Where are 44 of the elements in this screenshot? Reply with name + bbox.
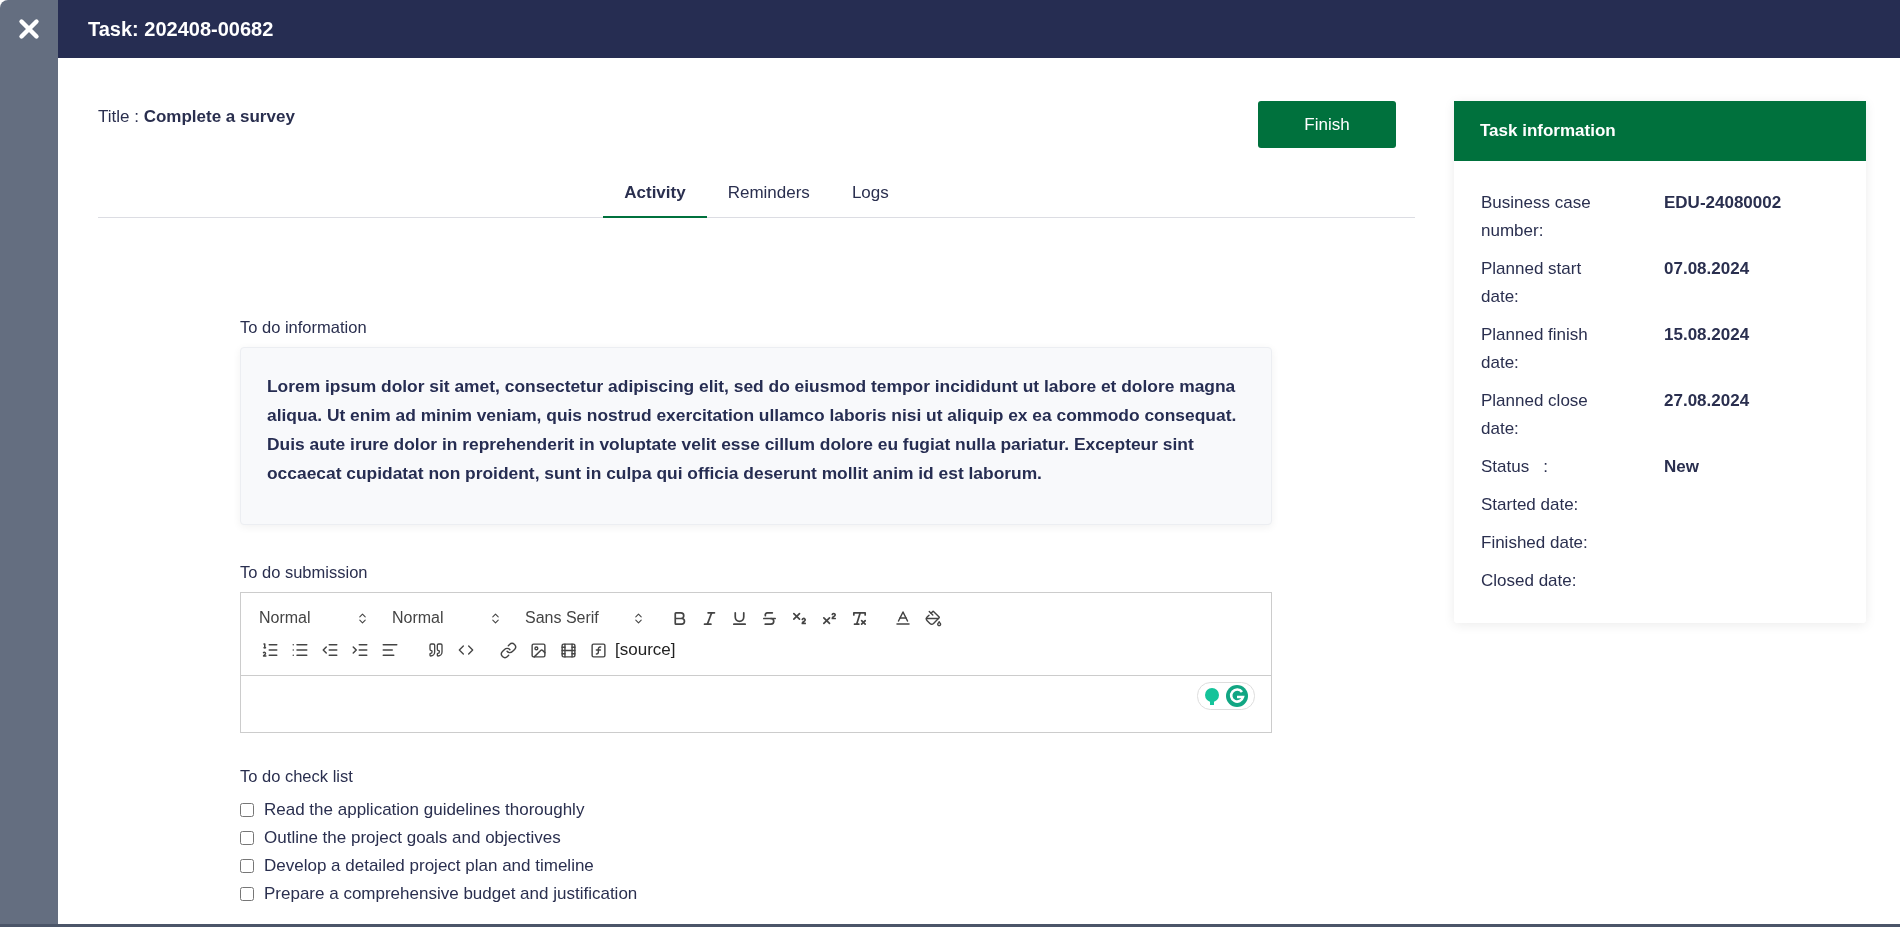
checklist-item[interactable]: Prepare a comprehensive budget and justification — [240, 880, 1272, 908]
task-title: Title : Complete a survey — [98, 107, 295, 127]
source-button[interactable]: [source] — [613, 640, 678, 660]
caret-icon[interactable] — [356, 611, 369, 625]
info-label: Planned finish date: — [1481, 324, 1589, 374]
checklist-label: Read the application guidelines thoroughly — [264, 800, 585, 820]
window-title: Task: 202408-00682 — [88, 17, 274, 41]
section-label: To do submission — [240, 563, 369, 582]
writing-assistant-icon[interactable] — [1197, 682, 1255, 710]
info-label: Closed date: — [1481, 570, 1578, 592]
info-value: EDU-24080002 — [1664, 192, 1782, 214]
dropdown-select[interactable]: Sans Serif — [521, 609, 649, 627]
info-label: Finished date: — [1481, 532, 1589, 554]
info-label: Business case number: — [1481, 192, 1592, 242]
card-title: Task information — [1454, 101, 1866, 161]
checklist-label: Prepare a comprehensive budget and justification — [264, 884, 638, 904]
info-value: 07.08.2024 — [1664, 258, 1750, 280]
checkbox[interactable] — [240, 887, 254, 901]
checkbox[interactable] — [240, 831, 254, 845]
caret-icon[interactable] — [489, 611, 502, 625]
caret-icon[interactable] — [632, 611, 645, 625]
checklist-item[interactable]: Read the application guidelines thoroughly — [240, 796, 1272, 824]
checklist-label: Outline the project goals and objectives — [264, 828, 561, 848]
checklist-item[interactable]: Develop a detailed project plan and timeline — [240, 852, 1272, 880]
info-value: 27.08.2024 — [1664, 390, 1750, 412]
tab[interactable]: Reminders — [706, 170, 831, 218]
checkbox[interactable] — [240, 859, 254, 873]
section-label: To do check list — [240, 767, 354, 786]
dropdown-select[interactable]: Normal — [388, 609, 506, 627]
checklist-item[interactable]: Outline the project goals and objectives — [240, 824, 1272, 852]
section-label: To do information — [240, 318, 368, 337]
tab[interactable]: Activity — [603, 170, 707, 218]
info-text: Lorem ipsum dolor sit amet, consectetur adipiscing elit, sed do eiusmod tempor incididunt ut labore et dolore magna aliqua. Ut enim ad minim veniam, quis nostrud exercitation ullamco laboris nisi ut aliquip ex ea commodo consequat. Duis aute irure dolor in reprehenderit in voluptate velit esse cillum dolore eu fugiat nulla pariatur. Excepteur sint occaecat cupidatat non proident, sunt in culpa qui officia deserunt mollit anim id est laborum. — [267, 375, 1238, 485]
info-label: Started date: — [1481, 494, 1580, 516]
checklist-label: Develop a detailed project plan and timeline — [264, 856, 594, 876]
tab[interactable]: Logs — [830, 170, 910, 218]
info-value: 15.08.2024 — [1664, 324, 1750, 346]
info-label: Planned start date: — [1481, 258, 1583, 308]
dropdown-select[interactable]: Normal — [255, 609, 373, 627]
finish-button[interactable]: Finish — [1258, 101, 1396, 148]
info-value: New — [1664, 456, 1699, 478]
info-label: Planned close date: — [1481, 390, 1589, 440]
checkbox[interactable] — [240, 803, 254, 817]
info-label: Status : — [1481, 456, 1550, 478]
